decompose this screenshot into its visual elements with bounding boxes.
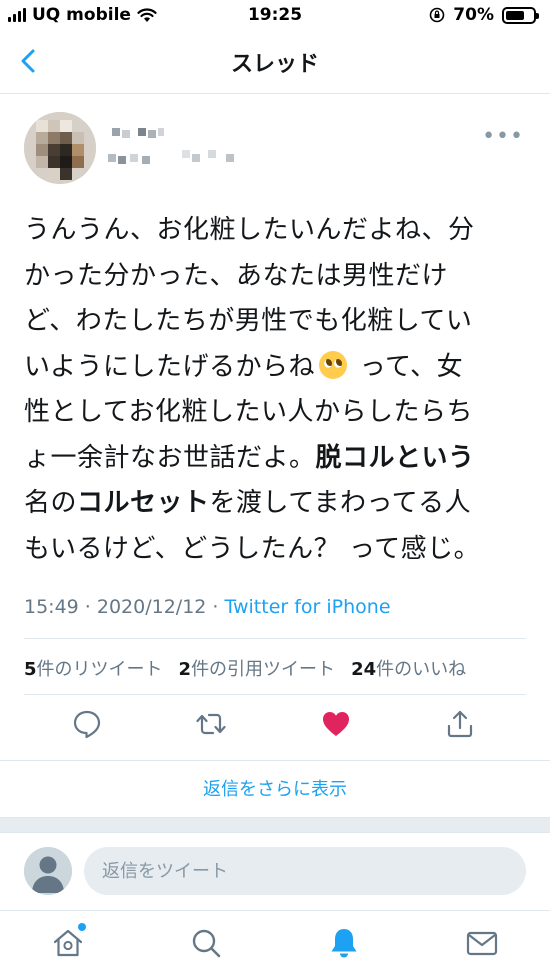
default-avatar-icon: [24, 847, 72, 895]
tab-search[interactable]: [188, 925, 224, 961]
retweet-button[interactable]: [194, 707, 228, 741]
bold-phrase: コルセット: [77, 488, 210, 518]
tweet-line: 名のコルセットを渡してまわってる人: [24, 488, 472, 518]
divider: [24, 638, 526, 639]
tweet-text: うんうん、お化粧したいんだよね、分 かった分かった、あなたは男性だけ ど、わたし…: [24, 208, 528, 572]
reply-composer: [0, 832, 550, 910]
tweet-line: 性としてお化粧したい人からしたらち: [24, 397, 473, 427]
search-icon: [192, 929, 221, 958]
mail-icon: [466, 931, 498, 956]
battery-icon: [502, 6, 539, 24]
bold-phrase: 脱コルという: [315, 442, 475, 473]
tab-messages[interactable]: [464, 925, 500, 961]
tab-notifications[interactable]: [326, 925, 362, 961]
quotes-stat[interactable]: 2件の引用ツイート: [179, 655, 336, 681]
tweet-source-link[interactable]: Twitter for iPhone: [225, 596, 391, 618]
battery-percent: 70%: [453, 5, 494, 25]
author-avatar[interactable]: [24, 112, 96, 184]
tweet-timestamp: 15:49 · 2020/12/12 ·: [24, 596, 225, 618]
reply-button[interactable]: [70, 707, 104, 741]
tweet-line: もいるけど、どうしたん？ って感じ。: [24, 533, 481, 564]
blurred-author-name: [108, 128, 234, 164]
tweet-actions: [0, 705, 550, 747]
tweet-line: いようにしたげるからね って、女: [24, 350, 464, 382]
heart-filled-icon: [323, 712, 349, 736]
comment-icon: [73, 710, 101, 739]
tweet-stats: 5件のリツイート 2件の引用ツイート 24件のいいね: [24, 655, 466, 681]
nav-bar: スレッド: [0, 32, 550, 94]
share-button[interactable]: [443, 707, 477, 741]
unread-dot: [78, 923, 86, 931]
tweet-line: ど、わたしたちが男性でも化粧してい: [24, 306, 473, 336]
tab-bar: [0, 910, 550, 978]
likes-stat[interactable]: 24件のいいね: [351, 655, 466, 681]
reply-input[interactable]: [84, 847, 526, 895]
retweet-icon: [196, 713, 226, 735]
ellipsis-icon: •••: [482, 124, 524, 149]
tweet-line: うんうん、お化粧したいんだよね、分: [24, 215, 475, 245]
tweet-line: ょ一余計なお世話だよ。脱コルという: [24, 442, 475, 473]
like-button[interactable]: [319, 707, 353, 741]
section-gap: [0, 818, 550, 832]
orientation-lock-icon: [429, 7, 445, 23]
show-more-replies-link[interactable]: 返信をさらに表示: [0, 760, 550, 818]
tab-home[interactable]: [50, 923, 86, 961]
thread-screen: UQ mobile 19:25 70% スレッド ••• うんうん、お化粧したい…: [0, 0, 550, 978]
more-options-button[interactable]: •••: [482, 124, 524, 149]
pleading-face-emoji-icon: [318, 350, 347, 379]
status-bar: UQ mobile 19:25 70%: [0, 0, 550, 32]
bell-icon: [331, 929, 357, 958]
status-right: 70%: [429, 5, 539, 25]
retweets-stat[interactable]: 5件のリツイート: [24, 655, 163, 681]
pixelated-avatar-image: [24, 112, 96, 184]
tweet-line: かった分かった、あなたは男性だけ: [24, 260, 449, 291]
user-avatar[interactable]: [24, 847, 72, 895]
page-title: スレッド: [230, 52, 319, 77]
tweet-meta: 15:49 · 2020/12/12 · Twitter for iPhone: [24, 596, 391, 618]
share-icon: [447, 710, 473, 738]
battery-level: [506, 10, 525, 20]
divider: [24, 694, 526, 695]
